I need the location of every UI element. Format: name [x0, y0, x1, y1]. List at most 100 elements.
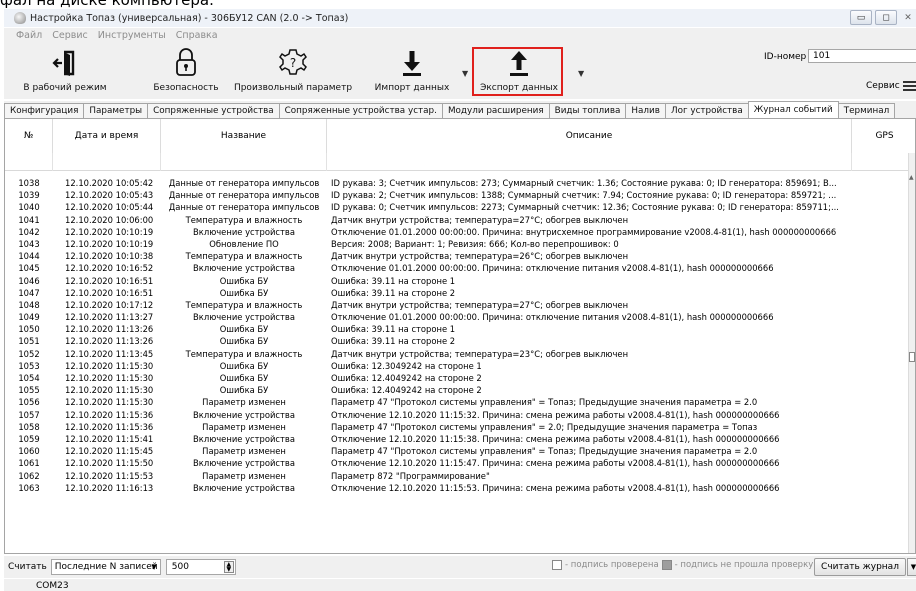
- table-row[interactable]: 1045 12.10.2020 10:16:52 Включение устройс…: [5, 262, 910, 274]
- table-row[interactable]: 1039 12.10.2020 10:05:43 Данные от генерат…: [5, 189, 910, 201]
- table-row[interactable]: 1058 12.10.2020 11:15:36 Параметр изменен П…: [5, 421, 910, 433]
- cell-number: 1062: [18, 470, 40, 481]
- tab-configuration[interactable]: Конфигурация: [4, 103, 85, 118]
- table-row[interactable]: 1044 12.10.2020 10:10:38 Температура и вла…: [5, 250, 910, 262]
- vertical-scrollbar[interactable]: ▲: [908, 153, 915, 553]
- table-row[interactable]: 1057 12.10.2020 11:15:36 Включение устройс…: [5, 409, 910, 421]
- table-row[interactable]: 1054 12.10.2020 11:15:30 Ошибка БУ Ошибка: …: [5, 372, 910, 384]
- cell-name: Включение устройства: [193, 263, 295, 274]
- maximize-button[interactable]: ◻: [875, 10, 897, 25]
- tab-event-journal[interactable]: Журнал событий: [747, 101, 839, 118]
- table-row[interactable]: 1050 12.10.2020 11:13:26 Ошибка БУ Ошибка: …: [5, 323, 910, 335]
- service-menu-button[interactable]: Сервис: [866, 79, 916, 93]
- cell-datetime: 12.10.2020 11:15:30: [65, 373, 154, 383]
- table-header: № Дата и время Название Описание GPS: [5, 119, 915, 153]
- verified-swatch: [552, 560, 562, 570]
- cell-name: Температура и влажность: [185, 251, 303, 262]
- column-header-datetime[interactable]: Дата и время: [53, 119, 161, 153]
- table-row[interactable]: 1048 12.10.2020 10:17:12 Температура и вла…: [5, 299, 910, 311]
- cell-number: 1048: [18, 299, 40, 310]
- filter-cell[interactable]: [852, 153, 915, 171]
- read-journal-button[interactable]: Считать журнал: [814, 558, 906, 576]
- tab-expansion-modules[interactable]: Модули расширения: [441, 103, 550, 118]
- filter-cell[interactable]: [327, 153, 852, 171]
- cell-number: 1060: [18, 446, 40, 457]
- cell-number: 1059: [18, 433, 40, 444]
- cell-datetime: 12.10.2020 10:10:19: [65, 238, 154, 249]
- cell-number: 1056: [18, 397, 40, 408]
- tab-paired-devices[interactable]: Сопряженные устройства: [147, 103, 280, 118]
- tab-paired-devices-legacy[interactable]: Сопряженные устройства устар.: [278, 103, 443, 118]
- table-row[interactable]: 1063 12.10.2020 11:16:13 Включение устройс…: [5, 482, 910, 494]
- cell-description: Параметр 47 "Протокол системы управления…: [331, 397, 758, 408]
- gear-question-icon: ?: [278, 43, 308, 77]
- id-number-input[interactable]: 101: [808, 49, 916, 63]
- cell-name: Параметр изменен: [202, 470, 286, 481]
- tab-filling[interactable]: Налив: [625, 103, 666, 118]
- window-controls: ▭ ◻ ✕: [847, 10, 916, 25]
- import-button[interactable]: Импорт данных: [375, 43, 449, 99]
- table-row[interactable]: 1049 12.10.2020 11:13:27 Включение устройс…: [5, 311, 910, 323]
- minimize-button[interactable]: ▭: [850, 10, 872, 25]
- cell-description: Ошибка: 12.4049242 на стороне 2: [331, 373, 482, 383]
- table-row[interactable]: 1056 12.10.2020 11:15:30 Параметр изменен П…: [5, 396, 910, 408]
- cell-description: Отключение 12.10.2020 11:15:38. Причина:…: [331, 433, 780, 444]
- table-row[interactable]: 1040 12.10.2020 10:05:44 Данные от генерат…: [5, 201, 910, 213]
- security-button[interactable]: Безопасность: [153, 43, 219, 99]
- table-row[interactable]: 1038 12.10.2020 10:05:42 Данные от генерат…: [5, 177, 910, 189]
- close-button[interactable]: ✕: [900, 10, 916, 25]
- read-mode-select[interactable]: Последние N записей ▼: [50, 559, 161, 575]
- tab-terminal[interactable]: Терминал: [837, 103, 896, 118]
- custom-param-button[interactable]: ? Произвольный параметр: [234, 43, 352, 99]
- read-mode-value: Последние N записей: [54, 562, 158, 572]
- cell-datetime: 12.10.2020 11:15:36: [65, 409, 154, 420]
- record-count-stepper[interactable]: 500 ▲ ▼: [165, 559, 236, 575]
- scroll-up-icon[interactable]: ▲: [909, 174, 914, 181]
- cell-number: 1043: [18, 238, 40, 249]
- cell-description: Датчик внутри устройства; температура=23…: [331, 348, 629, 359]
- work-mode-button[interactable]: В рабочий режим: [23, 43, 107, 99]
- cell-number: 1040: [18, 202, 40, 213]
- table-row[interactable]: 1053 12.10.2020 11:15:30 Ошибка БУ Ошибка: …: [5, 360, 910, 372]
- id-number-label: ID-номер: [764, 52, 807, 62]
- menu-help[interactable]: Справка: [176, 30, 218, 41]
- filter-cell[interactable]: [161, 153, 327, 171]
- cell-number: 1049: [18, 312, 40, 323]
- export-dropdown-caret-icon[interactable]: ▼: [578, 69, 584, 78]
- table-row[interactable]: 1047 12.10.2020 10:16:51 Ошибка БУ Ошибка: …: [5, 287, 910, 299]
- table-row[interactable]: 1059 12.10.2020 11:15:41 Включение устройс…: [5, 433, 910, 445]
- table-row[interactable]: 1046 12.10.2020 10:16:51 Ошибка БУ Ошибка: …: [5, 275, 910, 287]
- cell-name: Данные от генератора импульсов: [168, 202, 320, 213]
- tab-parameters[interactable]: Параметры: [83, 103, 149, 118]
- legend-failed-text: - подпись не прошла проверку: [674, 560, 814, 570]
- table-row[interactable]: 1062 12.10.2020 11:15:53 Параметр изменен П…: [5, 470, 910, 482]
- menu-service[interactable]: Сервис: [52, 30, 88, 41]
- cell-datetime: 12.10.2020 10:06:00: [65, 214, 154, 225]
- cell-description: Отключение 01.01.2000 00:00:00. Причина:…: [331, 312, 774, 323]
- column-header-gps[interactable]: GPS: [852, 119, 915, 153]
- table-row[interactable]: 1051 12.10.2020 11:13:26 Ошибка БУ Ошибка: …: [5, 335, 910, 347]
- table-row[interactable]: 1060 12.10.2020 11:15:45 Параметр изменен П…: [5, 445, 910, 457]
- table-row[interactable]: 1043 12.10.2020 10:10:19 Обновление ПО Верс…: [5, 238, 910, 250]
- tab-fuel-types[interactable]: Виды топлива: [548, 103, 627, 118]
- table-row[interactable]: 1061 12.10.2020 11:15:50 Включение устройс…: [5, 457, 910, 469]
- filter-cell[interactable]: [5, 153, 53, 171]
- table-row[interactable]: 1041 12.10.2020 10:06:00 Температура и вла…: [5, 214, 910, 226]
- table-row[interactable]: 1055 12.10.2020 11:15:30 Ошибка БУ Ошибка: …: [5, 384, 910, 396]
- import-dropdown-caret-icon[interactable]: ▼: [462, 69, 468, 78]
- spinner-icon[interactable]: ▲ ▼: [223, 561, 234, 573]
- filter-cell[interactable]: [53, 153, 161, 171]
- cell-name: Включение устройства: [193, 312, 295, 323]
- menu-tools[interactable]: Инструменты: [98, 30, 166, 41]
- read-journal-dropdown-icon[interactable]: ▼: [907, 558, 916, 576]
- table-row[interactable]: 1042 12.10.2020 10:10:19 Включение устройс…: [5, 226, 910, 238]
- column-header-description[interactable]: Описание: [327, 119, 852, 153]
- menu-file[interactable]: Файл: [16, 30, 42, 41]
- tab-device-log[interactable]: Лог устройства: [664, 103, 749, 118]
- scroll-thumb[interactable]: [909, 352, 915, 362]
- column-header-number[interactable]: №: [5, 119, 53, 153]
- cell-description: Отключение 01.01.2000 00:00:00. Причина:…: [331, 263, 774, 274]
- cell-description: Ошибка: 39.11 на стороне 2: [331, 287, 456, 298]
- column-header-name[interactable]: Название: [161, 119, 327, 153]
- table-row[interactable]: 1052 12.10.2020 11:13:45 Температура и вла…: [5, 348, 910, 360]
